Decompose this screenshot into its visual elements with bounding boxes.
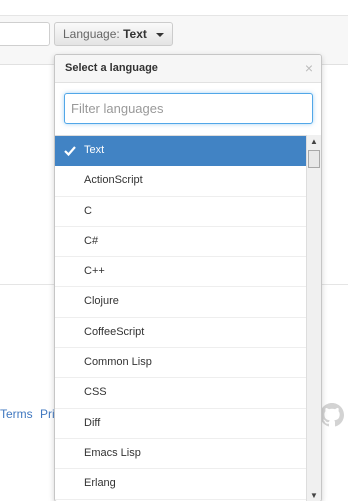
language-option-label: Erlang: [84, 477, 116, 490]
language-option-clojure[interactable]: Clojure: [55, 287, 306, 318]
language-option-label: C++: [84, 265, 105, 278]
filter-languages-input[interactable]: [64, 93, 313, 124]
language-select-button[interactable]: Language: Text: [54, 22, 173, 46]
language-option-label: C#: [84, 234, 99, 247]
list-scrollbar[interactable]: ▲ ▼: [306, 135, 321, 501]
language-option-label: ActionScript: [84, 174, 143, 187]
filter-area: [55, 83, 321, 135]
language-option-label: CSS: [84, 386, 107, 399]
language-option-erlang[interactable]: Erlang: [55, 469, 306, 500]
language-list: Text ActionScript C C# C++ Clojure CoffeeScrip…: [55, 135, 306, 501]
language-option-text[interactable]: Text: [55, 136, 306, 167]
popup-title: Select a language: [65, 62, 158, 74]
language-option-label: Clojure: [84, 295, 119, 308]
language-option-css[interactable]: CSS: [55, 378, 306, 409]
language-select-popup: Select a language × Text ActionScript C C# C…: [54, 54, 322, 501]
check-icon: [64, 146, 76, 157]
language-option-csharp[interactable]: C#: [55, 227, 306, 258]
footer-terms-link[interactable]: Terms: [0, 407, 33, 421]
footer-privacy-link[interactable]: Pri: [40, 407, 55, 421]
close-icon[interactable]: ×: [305, 60, 313, 76]
scroll-up-icon[interactable]: ▲: [307, 135, 321, 149]
language-option-actionscript[interactable]: ActionScript: [55, 166, 306, 197]
language-option-diff[interactable]: Diff: [55, 409, 306, 439]
language-option-label: C: [84, 204, 92, 217]
language-option-label: Text: [84, 144, 105, 156]
language-option-label: CoffeeScript: [84, 325, 145, 338]
language-option-coffeescript[interactable]: CoffeeScript: [55, 318, 306, 349]
language-current-value: Text: [123, 27, 147, 41]
language-prefix-label: Language:: [63, 27, 120, 41]
language-option-c[interactable]: C: [55, 197, 306, 227]
github-octocat-icon: [320, 403, 344, 427]
popup-header: Select a language ×: [55, 55, 321, 83]
language-option-cplusplus[interactable]: C++: [55, 257, 306, 288]
language-option-label: Common Lisp: [84, 356, 152, 369]
caret-down-icon: [156, 32, 165, 37]
top-bar: [0, 0, 348, 16]
scroll-down-icon[interactable]: ▼: [307, 489, 321, 501]
language-option-label: Emacs Lisp: [84, 446, 141, 459]
language-option-common-lisp[interactable]: Common Lisp: [55, 348, 306, 379]
scrollbar-thumb[interactable]: [308, 150, 320, 168]
language-option-emacs-lisp[interactable]: Emacs Lisp: [55, 439, 306, 470]
filename-input[interactable]: [0, 22, 50, 46]
language-option-label: Diff: [84, 416, 101, 429]
